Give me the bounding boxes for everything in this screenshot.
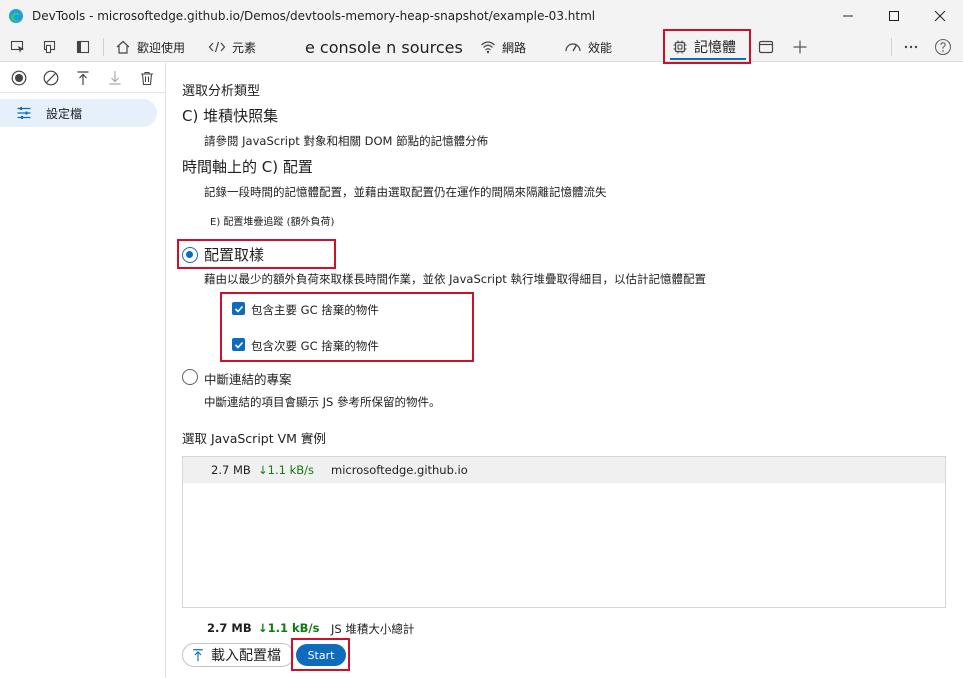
vm-instance-row[interactable]: 2.7 MB ↓1.1 kB/s microsoftedge.github.io	[183, 457, 945, 483]
close-icon	[935, 11, 945, 21]
include-major-gc-label: 包含主要 GC 捨棄的物件	[251, 303, 379, 317]
panel-layout-icon	[76, 40, 90, 54]
minimize-button[interactable]	[825, 0, 871, 32]
allocation-timeline-description: 記錄一段時間的記憶體配置，並藉由選取配置仍在運作的間隔來隔離記憶體流失	[204, 185, 607, 199]
tab-elements[interactable]: 元素	[208, 32, 256, 62]
tab-welcome[interactable]: 歡迎使用	[115, 32, 185, 62]
active-tab-indicator	[670, 58, 746, 60]
vm-instance-heading: 選取 JavaScript VM 實例	[182, 431, 326, 446]
checkmark-icon	[234, 305, 243, 313]
window-title: DevTools - microsoftedge.github.io/Demos…	[32, 9, 596, 23]
memory-chip-icon	[673, 40, 687, 54]
save-profile-button[interactable]	[103, 66, 127, 90]
tab-console-sources-label: e console n sources	[305, 37, 463, 57]
record-icon	[11, 70, 27, 86]
tab-memory-label: 記憶體	[694, 40, 736, 56]
code-icon	[208, 41, 226, 53]
start-button[interactable]: Start	[296, 644, 346, 666]
tab-elements-label: 元素	[232, 40, 257, 55]
home-icon	[116, 40, 130, 54]
devtools-toolbar: 歡迎使用 元素 e console n sources 網路 效能 記憶體	[0, 32, 963, 62]
heap-snapshot-title[interactable]: C) 堆積快照集	[182, 105, 278, 126]
total-heap-rate: ↓1.1 kB/s	[258, 621, 320, 635]
upload-icon	[77, 71, 89, 85]
title-bar: DevTools - microsoftedge.github.io/Demos…	[0, 0, 963, 32]
select-profiling-type-heading: 選取分析類型	[182, 84, 261, 99]
record-button[interactable]	[7, 66, 31, 90]
more-tabs-panel-button[interactable]	[754, 35, 778, 59]
device-emulation-button[interactable]	[38, 35, 62, 59]
tab-welcome-label: 歡迎使用	[137, 40, 186, 55]
allocation-timeline-title[interactable]: 時間軸上的 C) 配置	[182, 156, 313, 177]
sampling-radio[interactable]	[182, 247, 198, 263]
help-icon	[934, 38, 952, 56]
vm-instance-list: 2.7 MB ↓1.1 kB/s microsoftedge.github.io	[182, 456, 946, 608]
more-options-button[interactable]	[899, 35, 923, 59]
inspect-icon	[10, 40, 24, 53]
tab-console-sources[interactable]: e console n sources	[305, 32, 463, 62]
toggle-drawer-button[interactable]	[71, 35, 95, 59]
help-button[interactable]	[931, 35, 955, 59]
maximize-button[interactable]	[871, 0, 917, 32]
total-heap-label: JS 堆積大小總計	[331, 622, 415, 636]
profiles-sidebar: 設定檔	[0, 63, 166, 678]
vm-instance-rate: ↓1.1 kB/s	[258, 463, 314, 477]
load-profile-button[interactable]	[71, 66, 95, 90]
memory-panel: 選取分析類型 C) 堆積快照集 請參閱 JavaScript 對象和相關 DOM…	[167, 63, 963, 678]
clear-button[interactable]	[39, 66, 63, 90]
add-tab-button[interactable]	[788, 35, 812, 59]
minimize-icon	[843, 15, 853, 17]
speedometer-icon	[565, 43, 581, 52]
detached-elements-title[interactable]: 中斷連結的專案	[204, 369, 292, 388]
edge-logo-icon	[9, 9, 23, 23]
heap-snapshot-description: 請參閱 JavaScript 對象和相關 DOM 節點的記憶體分佈	[204, 134, 489, 148]
device-icon	[43, 40, 56, 54]
include-minor-gc-checkbox[interactable]	[232, 338, 245, 351]
block-icon	[43, 70, 59, 86]
download-icon	[109, 71, 121, 85]
allocation-sampling-description: 藉由以最少的額外負荷來取樣長時間作業，並依 JavaScript 執行堆疊取得細…	[204, 272, 706, 286]
total-heap-size: 2.7 MB	[207, 621, 252, 635]
vm-instance-name: microsoftedge.github.io	[331, 463, 468, 477]
allocation-sampling-title[interactable]: 配置取樣	[204, 244, 264, 265]
delete-profiles-button[interactable]	[135, 66, 159, 90]
vm-instance-size: 2.7 MB	[211, 463, 251, 477]
close-button[interactable]	[917, 0, 963, 32]
include-major-gc-checkbox[interactable]	[232, 302, 245, 315]
detached-elements-radio[interactable]	[182, 369, 198, 385]
wifi-icon	[481, 41, 495, 54]
maximize-icon	[889, 11, 899, 21]
sidebar-item-profiles-label: 設定檔	[46, 106, 83, 121]
tab-performance[interactable]: 效能	[564, 32, 612, 62]
tab-network-label: 網路	[502, 40, 527, 55]
tab-performance-label: 效能	[588, 40, 613, 55]
detached-elements-description: 中斷連結的項目會顯示 JS 參考所保留的物件。	[204, 395, 441, 409]
window-icon	[758, 40, 774, 54]
trash-icon	[141, 71, 153, 86]
tab-memory[interactable]: 記憶體	[666, 32, 750, 62]
inspect-element-button[interactable]	[6, 35, 30, 59]
ellipsis-icon	[904, 45, 918, 49]
sidebar-toolbar	[0, 63, 165, 93]
allocation-stack-traces-option[interactable]: E) 配置堆疊追蹤 (額外負荷)	[210, 213, 334, 228]
tab-network[interactable]: 網路	[480, 32, 526, 62]
sliders-icon	[17, 107, 31, 119]
checkmark-icon	[234, 341, 243, 349]
load-profile-button-main[interactable]: 載入配置檔	[182, 643, 294, 667]
sidebar-item-profiles[interactable]: 設定檔	[0, 99, 157, 127]
plus-icon	[793, 40, 807, 54]
load-profile-label: 載入配置檔	[211, 648, 281, 664]
include-minor-gc-label: 包含次要 GC 捨棄的物件	[251, 339, 379, 353]
upload-icon	[193, 649, 203, 662]
